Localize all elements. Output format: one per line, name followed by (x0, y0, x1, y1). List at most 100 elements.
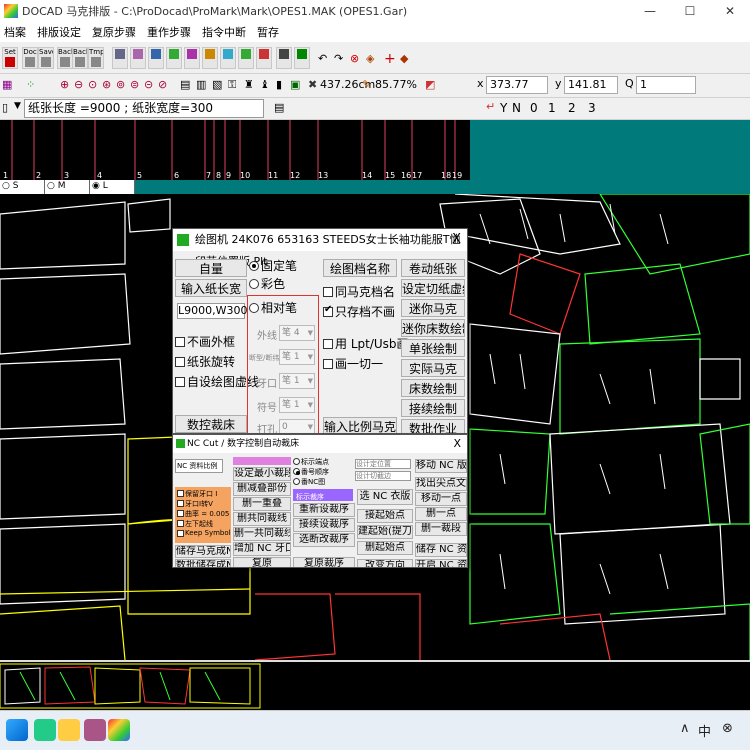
save-tool[interactable]: Save (38, 47, 54, 69)
find-sharp-point-button[interactable]: 找出尖点文点 (415, 477, 467, 491)
menu-file[interactable]: 档案 (4, 24, 26, 40)
move-nc-piece-button[interactable]: 移动 NC 版 (415, 459, 467, 473)
snap-y[interactable]: Y (500, 101, 507, 115)
doc-tool[interactable]: Doc (22, 47, 38, 69)
mini-marker-button[interactable]: 迷你马克 (401, 299, 465, 317)
curvature-checkbox[interactable] (177, 510, 184, 517)
pen-row-symbol-select[interactable]: 笔 1 (279, 397, 315, 413)
snap-n[interactable]: N (512, 101, 521, 115)
custom-line-checkbox[interactable] (175, 377, 185, 387)
batch-save-nc-button[interactable]: 数批储存成NC (175, 559, 231, 567)
keep-symbol-checkbox[interactable] (177, 530, 184, 537)
paper-size-field[interactable]: L9000,W300 (177, 303, 248, 319)
bottom-left-start-checkbox[interactable] (177, 520, 184, 527)
close-window-button[interactable]: ✕ (710, 0, 750, 22)
nc-restore-button[interactable]: 复原 (233, 557, 291, 567)
change-cut-order-button[interactable]: 选断改裁序 (293, 533, 355, 547)
continue-cut-order-button[interactable]: 接续设裁序 (293, 518, 355, 532)
notch-i-to-v-checkbox[interactable] (177, 500, 184, 507)
plies-plot-button[interactable]: 床数绘制 (401, 379, 465, 397)
size-tab-l[interactable]: ◉ L (90, 180, 135, 194)
use-lpt-checkbox[interactable] (323, 339, 333, 349)
piece-order-radio[interactable] (293, 468, 300, 475)
info-icon[interactable]: ▧ (212, 78, 228, 94)
create-start-point-button[interactable]: 建起始(提刀)点 (357, 525, 413, 539)
menu-temp-save[interactable]: 暂存 (257, 24, 279, 40)
pen-row-notch-select[interactable]: 笔 1 (279, 373, 315, 389)
scale-marker-button[interactable]: 输入比例马克 (323, 417, 397, 433)
size-tab-s[interactable]: ○ S (0, 180, 45, 194)
select-nc-piece-button[interactable]: 选 NC 衣版 (357, 489, 413, 505)
delete-one-segment-button[interactable]: 删一裁段 (415, 522, 467, 536)
pieces-icon[interactable]: ♜ (244, 78, 260, 94)
network-icon[interactable]: ⊗ (722, 721, 733, 736)
snap-2[interactable]: 2 (568, 101, 576, 115)
fixed-pen-radio[interactable] (249, 261, 259, 271)
relative-pen-radio[interactable] (249, 303, 259, 313)
nc-diagram-radio[interactable] (293, 478, 300, 485)
auto-measure-button[interactable]: 自量 (175, 259, 247, 277)
scroll-paper-button[interactable]: 卷动纸张 (401, 259, 465, 277)
layout-tool[interactable] (148, 47, 164, 69)
select-icon[interactable]: ⁘ (26, 78, 42, 94)
maximize-button[interactable]: ☐ (670, 0, 710, 22)
pen-row-cut-select[interactable]: 笔 1 (279, 349, 315, 365)
sort-icon[interactable]: ♝ (260, 78, 276, 94)
actual-marker-button[interactable]: 实际马克 (401, 359, 465, 377)
pen-row-punch-select[interactable]: 0 (279, 419, 315, 433)
nc-tool[interactable] (294, 47, 310, 69)
plotter-close-button[interactable]: X (452, 229, 461, 251)
app-pattern-icon[interactable] (84, 719, 106, 741)
delete-overlap-part-button[interactable]: 删减叠部份 (233, 482, 291, 496)
fit-view-icon[interactable]: ▦ (2, 78, 18, 94)
menu-interrupt[interactable]: 指令中断 (202, 24, 246, 40)
connect-start-button[interactable]: 接起始点 (357, 509, 413, 523)
docad-taskbar-icon[interactable] (108, 719, 130, 741)
piece-list-icon[interactable]: ▤ (180, 78, 196, 94)
design-position-field[interactable]: 设计定位置 (355, 459, 411, 469)
set-tool[interactable]: Set (2, 47, 18, 69)
delete-one-common-cut-button[interactable]: 删一共同裁线 (233, 527, 291, 541)
rotate-icon[interactable]: ◈ (366, 52, 382, 68)
mini-plies-button[interactable]: 迷你床数绘制 (401, 319, 465, 337)
add-nc-notch-button[interactable]: 增加 NC 牙口 (233, 542, 291, 556)
input-method-indicator[interactable]: 中 (698, 721, 711, 740)
pen-row-outline-select[interactable]: 笔 4 (279, 325, 315, 341)
check-tool[interactable] (238, 47, 254, 69)
restore-cut-order-button[interactable]: 复原裁序 (293, 557, 355, 567)
menu-undo[interactable]: 复原步骤 (92, 24, 136, 40)
piece-tool[interactable] (166, 47, 182, 69)
same-marker-name-checkbox[interactable] (323, 287, 333, 297)
size-tab-m[interactable]: ○ M (45, 180, 90, 194)
no-frame-checkbox[interactable] (175, 337, 185, 347)
batch-job-button[interactable]: 数批作业 (401, 419, 465, 433)
change-direction-button[interactable]: 改变方向 (357, 559, 413, 567)
rotate-checkbox[interactable] (175, 357, 185, 367)
panel-icon[interactable]: ▣ (290, 78, 306, 94)
zoom-fit-icon[interactable]: ⊘ (158, 78, 174, 94)
continue-plot-button[interactable]: 接续绘制 (401, 399, 465, 417)
delete-one-point-button[interactable]: 删一点 (415, 507, 467, 521)
minimize-button[interactable]: — (630, 0, 670, 22)
fit-tool[interactable] (276, 47, 292, 69)
snap-0[interactable]: 0 (530, 101, 538, 115)
save-marker-as-nc-button[interactable]: 储存马克成NC (175, 545, 231, 558)
delete-start-point-button[interactable]: 删起始点 (357, 541, 413, 555)
design-cut-edge-field[interactable]: 设计切截边 (355, 471, 411, 481)
folder-icon[interactable] (58, 719, 80, 741)
browser-icon[interactable] (34, 719, 56, 741)
delete-one-overlap-button[interactable]: 删一重叠 (233, 497, 291, 511)
table-tool[interactable] (184, 47, 200, 69)
redo-arrow-icon[interactable]: ↷ (334, 52, 350, 68)
nc-scale-select[interactable]: NC 资料比例 (175, 459, 223, 473)
report-icon[interactable]: ◩ (425, 78, 441, 94)
reset-cut-order-button[interactable]: 重新设裁序 (293, 503, 355, 517)
menu-layout-settings[interactable]: 排版设定 (37, 24, 81, 40)
back-tool-1[interactable]: Back (57, 47, 73, 69)
input-width-button[interactable]: 输入纸长宽 (175, 279, 247, 297)
copy-tool[interactable] (220, 47, 236, 69)
color-pen-radio[interactable] (249, 279, 259, 289)
move-one-point-button[interactable]: 移动一点 (415, 492, 467, 506)
color-tool[interactable] (202, 47, 218, 69)
snap-3[interactable]: 3 (588, 101, 596, 115)
